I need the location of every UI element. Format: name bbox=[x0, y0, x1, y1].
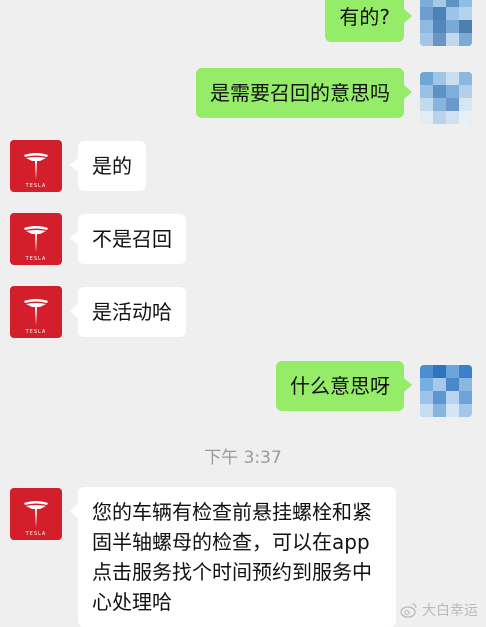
tesla-avatar[interactable]: TESLA bbox=[10, 488, 62, 540]
incoming-message-bubble[interactable]: 是的 bbox=[70, 141, 146, 191]
outgoing-message-bubble[interactable]: 什么意思呀 bbox=[276, 361, 412, 411]
chat-conversation: 有的? 是需要召回的意思吗 TESLA 是的 TESLA 不是召回 TESLA … bbox=[0, 0, 486, 627]
message-text: 什么意思呀 bbox=[290, 374, 390, 398]
watermark: 大白幸运 bbox=[400, 600, 478, 620]
user-avatar[interactable] bbox=[420, 72, 472, 124]
tesla-logo-icon: TESLA bbox=[24, 501, 48, 537]
message-text: 不是召回 bbox=[92, 227, 172, 251]
svg-text:TESLA: TESLA bbox=[25, 183, 47, 189]
message-text: 是需要召回的意思吗 bbox=[210, 81, 390, 105]
tesla-logo-icon: TESLA bbox=[24, 226, 48, 262]
incoming-message-bubble[interactable]: 不是召回 bbox=[70, 214, 186, 264]
user-avatar[interactable] bbox=[420, 0, 472, 46]
incoming-message-bubble[interactable]: 您的车辆有检查前悬挂螺栓和紧固半轴螺母的检查，可以在app点击服务找个时间预约到… bbox=[70, 487, 396, 627]
message-text: 是活动哈 bbox=[92, 300, 172, 324]
message-timestamp: 下午 3:37 bbox=[204, 448, 282, 468]
outgoing-message-bubble[interactable]: 是需要召回的意思吗 bbox=[196, 68, 412, 118]
message-text: 是的 bbox=[92, 154, 132, 178]
tesla-avatar[interactable]: TESLA bbox=[10, 213, 62, 265]
tesla-logo-icon: TESLA bbox=[24, 299, 48, 335]
tesla-avatar[interactable]: TESLA bbox=[10, 140, 62, 192]
svg-text:TESLA: TESLA bbox=[25, 329, 47, 335]
message-text: 您的车辆有检查前悬挂螺栓和紧固半轴螺母的检查，可以在app点击服务找个时间预约到… bbox=[92, 500, 372, 614]
user-avatar[interactable] bbox=[420, 365, 472, 417]
outgoing-message-bubble[interactable]: 有的? bbox=[325, 0, 412, 42]
svg-text:TESLA: TESLA bbox=[25, 531, 47, 537]
incoming-message-bubble[interactable]: 是活动哈 bbox=[70, 287, 186, 337]
tesla-avatar[interactable]: TESLA bbox=[10, 286, 62, 338]
message-text: 有的? bbox=[339, 5, 390, 29]
svg-text:TESLA: TESLA bbox=[25, 256, 47, 262]
watermark-text: 大白幸运 bbox=[422, 603, 478, 619]
weibo-icon bbox=[400, 602, 418, 618]
tesla-logo-icon: TESLA bbox=[24, 153, 48, 189]
